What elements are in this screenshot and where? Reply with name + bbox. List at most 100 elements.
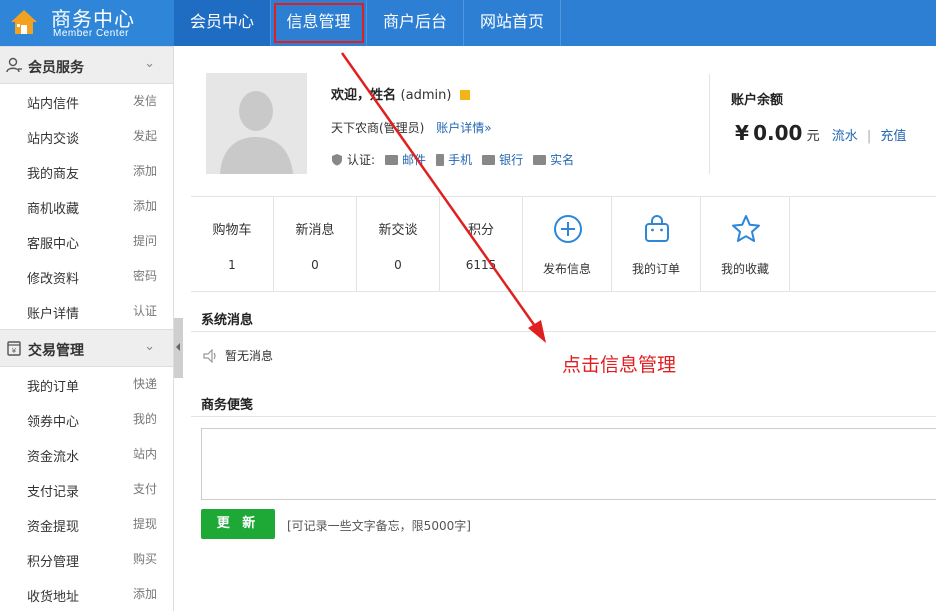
sidebar-item-label: 修改资料 (27, 272, 80, 287)
sidebar-item[interactable]: 资金流水 站内 (0, 437, 173, 472)
divider (191, 416, 936, 417)
quick-my-favorites[interactable]: 我的收藏 (701, 197, 790, 292)
sidebar-item-label: 资金流水 (27, 450, 80, 465)
quick-publish-info[interactable]: 发布信息 (523, 197, 612, 292)
sidebar-item-action[interactable]: 密码 (133, 267, 157, 284)
wallet-icon: ¥ (7, 341, 21, 356)
sidebar-item-action[interactable]: 发信 (133, 92, 157, 109)
welcome-label: 欢迎，姓名 (331, 88, 397, 103)
auth-label: 认证: (347, 153, 376, 167)
sidebar-item-action[interactable]: 提问 (133, 232, 157, 249)
nav-merchant-backend[interactable]: 商户后台 (367, 0, 465, 46)
sidebar-item-action[interactable]: 快递 (133, 375, 157, 392)
no-messages-text: 暂无消息 (225, 349, 274, 363)
sidebar-collapse-handle[interactable] (174, 318, 183, 378)
quick-link-label: 我的订单 (631, 262, 680, 276)
account-details-link[interactable]: 账户详情» (436, 121, 491, 135)
sidebar-item[interactable]: 站内交谈 发起 (0, 119, 173, 154)
stat-new-messages[interactable]: 新消息 0 (274, 197, 357, 292)
sidebar: 会员服务 ⌄ 站内信件 发信 站内交谈 发起 我的商友 添加 商机收藏 添加 客服中心 提问 修改资… (0, 46, 174, 611)
memo-textarea[interactable] (201, 428, 936, 500)
sidebar-item-label: 收货地址 (27, 590, 80, 605)
balance-unit: 元 (806, 129, 820, 144)
plus-circle-icon (554, 215, 582, 243)
auth-bank[interactable]: 银行 (482, 151, 523, 168)
email-icon (385, 154, 399, 165)
sidebar-group-trade-management[interactable]: ¥ 交易管理 ⌄ (0, 329, 173, 367)
sidebar-group-label: 交易管理 (28, 343, 84, 359)
balance-title: 账户余额 (731, 93, 784, 108)
auth-phone[interactable]: 手机 (436, 151, 472, 168)
profile-panel: 欢迎，姓名 (admin) 天下农商(管理员) 账户详情» 认证: 邮件 手机 … (191, 46, 936, 196)
sidebar-item[interactable]: 账户详情 认证 (0, 294, 173, 329)
sidebar-group-member-services[interactable]: 会员服务 ⌄ (0, 46, 173, 84)
avatar[interactable] (206, 73, 307, 174)
stat-label: 购物车 (212, 223, 252, 238)
sidebar-item-label: 账户详情 (27, 307, 80, 322)
sidebar-item-action[interactable]: 我的 (133, 410, 157, 427)
stat-label: 新消息 (295, 223, 335, 238)
chevron-down-icon: ⌄ (144, 339, 155, 354)
balance-currency: ¥ (735, 121, 749, 145)
sidebar-item-action[interactable]: 认证 (133, 302, 157, 319)
auth-realname-label: 实名 (550, 153, 575, 167)
sidebar-item[interactable]: 积分管理 购买 (0, 542, 173, 577)
auth-bank-label: 银行 (499, 153, 524, 167)
sidebar-item-action[interactable]: 发起 (133, 127, 157, 144)
sidebar-item-action[interactable]: 提现 (133, 515, 157, 532)
stat-cart[interactable]: 购物车 1 (191, 197, 274, 292)
chevron-down-icon: ⌄ (144, 56, 155, 71)
speaker-icon (203, 348, 216, 363)
divider (709, 74, 710, 174)
sidebar-item[interactable]: 我的商友 添加 (0, 154, 173, 189)
bag-icon (645, 215, 669, 242)
recharge-link[interactable]: 充值 (880, 129, 906, 144)
sidebar-item-action[interactable]: 购买 (133, 550, 157, 567)
balance-amount: 0.00 (753, 121, 803, 145)
stat-value: 0 (394, 258, 402, 272)
company-name: 天下农商(管理员) (331, 121, 425, 135)
sidebar-item-action[interactable]: 添加 (133, 162, 157, 179)
nav-site-home[interactable]: 网站首页 (464, 0, 562, 46)
flow-link[interactable]: 流水 (832, 129, 858, 144)
stat-label: 积分 (467, 223, 494, 238)
sidebar-item[interactable]: 支付记录 支付 (0, 472, 173, 507)
sidebar-item-label: 领券中心 (27, 415, 80, 430)
sidebar-item-action[interactable]: 支付 (133, 480, 157, 497)
main-nav: 会员中心 信息管理 商户后台 网站首页 (174, 0, 562, 46)
update-button[interactable]: 更 新 (201, 509, 275, 539)
stat-value: 1 (228, 258, 236, 272)
quick-my-orders[interactable]: 我的订单 (612, 197, 701, 292)
sidebar-item[interactable]: 收货地址 添加 (0, 577, 173, 612)
nav-member-center[interactable]: 会员中心 (174, 0, 272, 46)
no-messages: 暂无消息 (203, 347, 273, 364)
sidebar-item[interactable]: 客服中心 提问 (0, 224, 173, 259)
divider (191, 331, 936, 332)
nav-info-management[interactable]: 信息管理 (271, 0, 368, 46)
sidebar-item-action[interactable]: 添加 (133, 585, 157, 602)
sidebar-item[interactable]: 领券中心 我的 (0, 402, 173, 437)
sidebar-item[interactable]: 修改资料 密码 (0, 259, 173, 294)
sidebar-item-label: 我的商友 (27, 167, 80, 182)
balance-row: ¥ 0.00 元 流水 | 充值 (735, 121, 906, 145)
auth-phone-label: 手机 (448, 153, 473, 167)
sidebar-item[interactable]: 商机收藏 添加 (0, 189, 173, 224)
sidebar-item[interactable]: 站内信件 发信 (0, 84, 173, 119)
user-icon (6, 57, 22, 73)
auth-email[interactable]: 邮件 (385, 151, 426, 168)
sidebar-item[interactable]: 资金提现 提现 (0, 507, 173, 542)
svg-text:¥: ¥ (12, 347, 17, 355)
sidebar-item[interactable]: 我的订单 快递 (0, 367, 173, 402)
balance-separator: | (866, 129, 872, 144)
brand-logo[interactable]: 商务中心 Member Center (0, 0, 174, 46)
main-content: 欢迎，姓名 (admin) 天下农商(管理员) 账户详情» 认证: 邮件 手机 … (191, 46, 936, 611)
sidebar-item-label: 商机收藏 (27, 202, 80, 217)
sidebar-item-action[interactable]: 添加 (133, 197, 157, 214)
stat-points[interactable]: 积分 6115 (440, 197, 523, 292)
sidebar-item-action[interactable]: 站内 (133, 445, 157, 462)
auth-realname[interactable]: 实名 (533, 151, 574, 168)
id-card-icon (533, 154, 547, 165)
stat-new-chats[interactable]: 新交谈 0 (357, 197, 440, 292)
bank-card-icon (482, 154, 496, 165)
sidebar-item-label: 我的订单 (27, 380, 80, 395)
